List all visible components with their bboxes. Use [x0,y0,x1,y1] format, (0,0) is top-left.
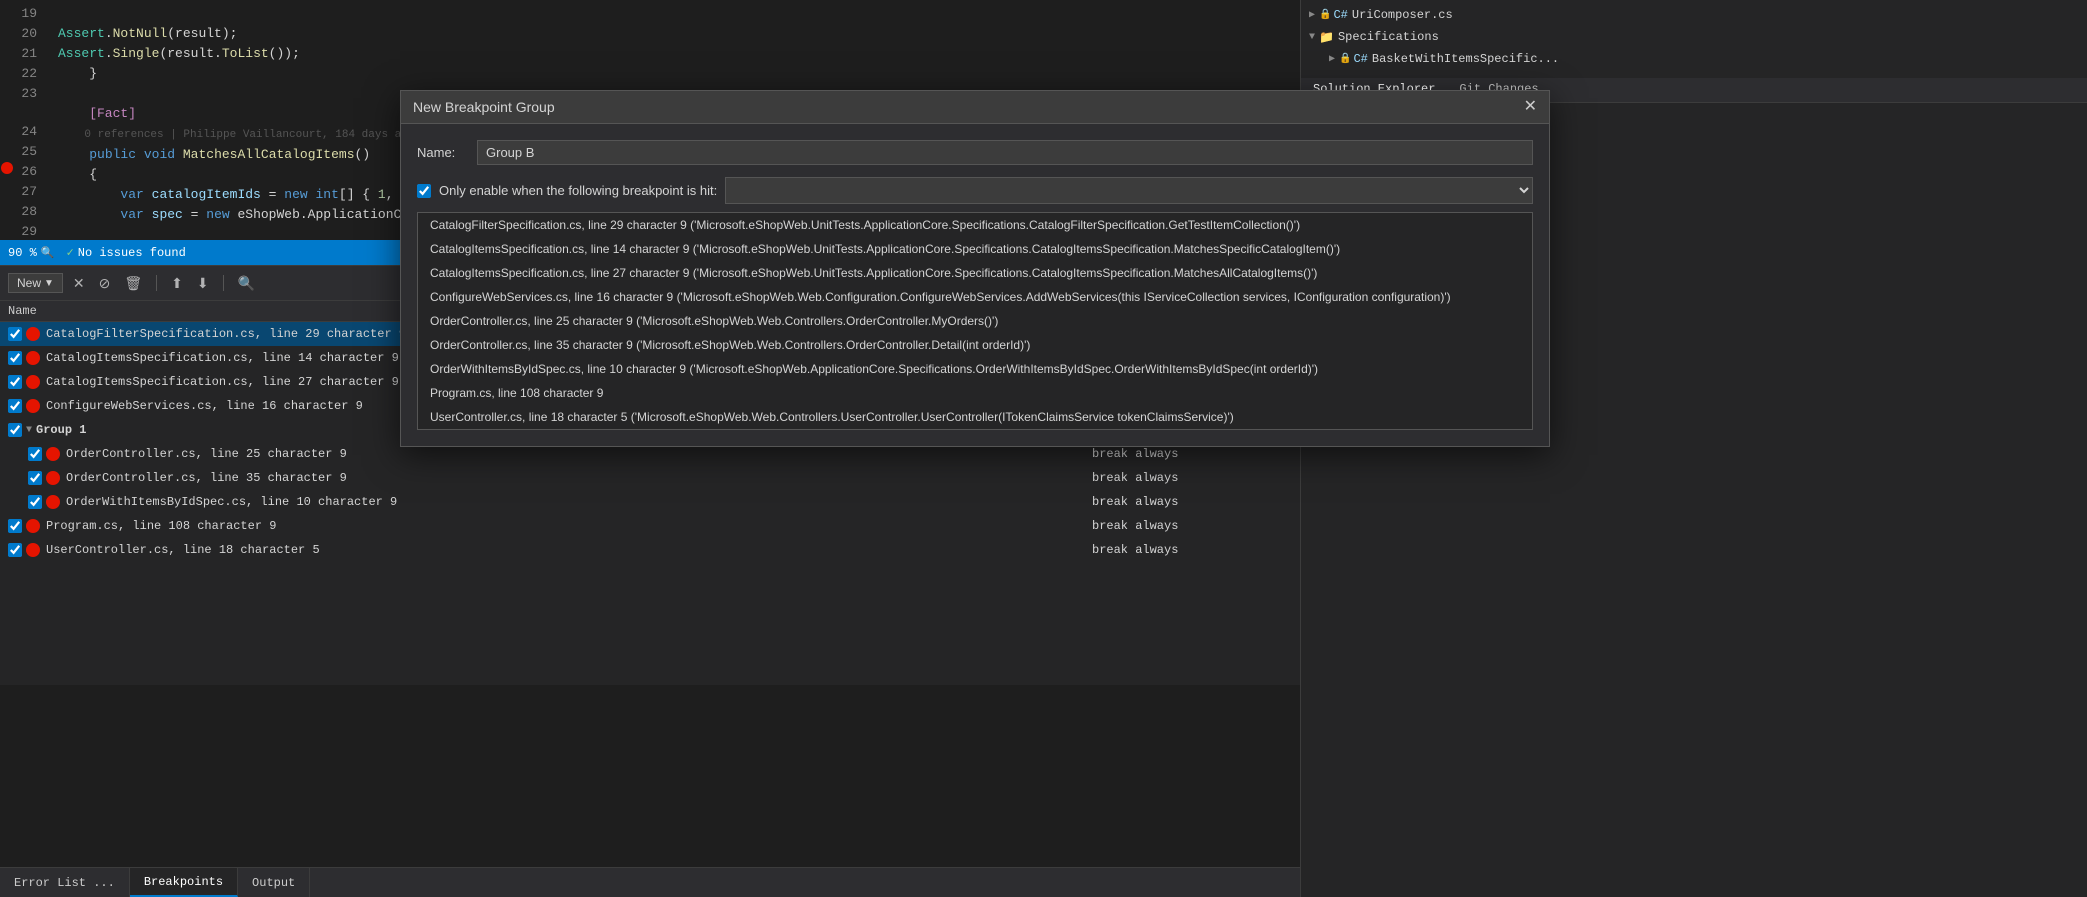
bp-break-condition: break always [1092,447,1292,461]
dialog-close-button[interactable]: ✕ [1524,99,1537,115]
bp-name: OrderController.cs, line 25 character 9 [66,447,1092,461]
list-item[interactable]: OrderController.cs, line 35 character 9 … [418,333,1532,357]
bp-name: OrderWithItemsByIdSpec.cs, line 10 chara… [66,495,1092,509]
file-name: UriComposer.cs [1352,8,1453,22]
breakpoint-icon [46,471,60,485]
import-button[interactable]: ⬇ [193,274,213,292]
list-item[interactable]: OrderWithItemsByIdSpec.cs, line 10 chara… [418,357,1532,381]
cs-file-icon: C# [1333,8,1347,22]
tree-item[interactable]: ▶ 🔒 C# BasketWithItemsSpecific... [1301,48,2087,70]
list-item[interactable]: Program.cs, line 108 character 9 [418,381,1532,405]
tab-label: Breakpoints [144,875,223,889]
lock-icon: 🔒 [1339,53,1351,65]
tab-output[interactable]: Output [238,868,310,897]
bp-checkbox[interactable] [8,543,22,557]
solution-tree: ▶ 🔒 C# UriComposer.cs ▼ 📁 Specifications… [1301,0,2087,74]
folder-icon: 📁 [1319,30,1334,45]
list-item[interactable]: CatalogItemsSpecification.cs, line 27 ch… [418,261,1532,285]
breakpoint-indicator [0,158,14,178]
breakpoint-dot [1,162,13,174]
tab-breakpoints[interactable]: Breakpoints [130,868,238,897]
chevron-down-icon: ▼ [44,278,54,289]
table-row[interactable]: UserController.cs, line 18 character 5 b… [0,538,1300,562]
folder-name: Specifications [1338,30,1439,44]
expand-icon: ▼ [26,425,32,436]
list-item[interactable]: CatalogItemsSpecification.cs, line 14 ch… [418,237,1532,261]
list-item[interactable]: UserController.cs, line 18 character 5 (… [418,405,1532,429]
bp-break-condition: break always [1092,471,1292,485]
breakpoint-icon [26,327,40,341]
delete-all-button[interactable]: 🗑 [120,274,146,292]
export-button[interactable]: ⬆ [167,274,187,292]
cs-file-icon: C# [1353,52,1367,66]
breakpoint-icon [46,447,60,461]
file-name: BasketWithItemsSpecific... [1372,52,1559,66]
bp-checkbox[interactable] [8,351,22,365]
zoom-level: 90 % [8,246,37,260]
check-icon: ✓ [67,245,74,260]
bp-name: OrderController.cs, line 35 character 9 [66,471,1092,485]
breakpoint-dropdown[interactable] [725,177,1533,204]
bp-checkbox[interactable] [8,423,22,437]
tree-item[interactable]: ▼ 📁 Specifications [1301,26,2087,48]
arrow-icon: ▼ [1309,32,1315,43]
bp-checkbox[interactable] [28,447,42,461]
bp-name: Program.cs, line 108 character 9 [46,519,1092,533]
new-button[interactable]: New ▼ [8,273,63,293]
bp-checkbox[interactable] [28,495,42,509]
breakpoint-icon [26,375,40,389]
bp-break-condition: break always [1092,543,1292,557]
breakpoint-icon [26,543,40,557]
bp-checkbox[interactable] [8,327,22,341]
bottom-tabs: Error List ... Breakpoints Output [0,867,1300,897]
list-item[interactable]: CatalogFilterSpecification.cs, line 29 c… [418,213,1532,237]
breakpoint-icon [26,351,40,365]
table-row[interactable]: Program.cs, line 108 character 9 break a… [0,514,1300,538]
dialog-body: Name: Only enable when the following bre… [401,124,1549,446]
enable-when-checkbox[interactable] [417,184,431,198]
list-item[interactable]: ConfigureWebServices.cs, line 16 charact… [418,285,1532,309]
checkbox-label: Only enable when the following breakpoin… [439,183,717,198]
dialog-header: New Breakpoint Group ✕ [401,91,1549,124]
table-row[interactable]: OrderWithItemsByIdSpec.cs, line 10 chara… [0,490,1300,514]
zoom-indicator: 90 % 🔍 [8,246,55,260]
bp-break-condition: break always [1092,495,1292,509]
delete-button[interactable]: ✕ [69,274,89,292]
breakpoint-icon [26,399,40,413]
bp-checkbox[interactable] [8,519,22,533]
new-breakpoint-group-dialog: New Breakpoint Group ✕ Name: Only enable… [400,90,1550,447]
breakpoint-icon [26,519,40,533]
issues-indicator: ✓ No issues found [67,245,186,260]
zoom-icon: 🔍 [41,246,55,260]
separator-2 [223,275,224,291]
table-row[interactable]: OrderController.cs, line 35 character 9 … [0,466,1300,490]
separator-1 [156,275,157,291]
disable-all-button[interactable]: ⊘ [95,274,115,292]
breakpoint-icon [46,495,60,509]
tab-error-list[interactable]: Error List ... [0,868,130,897]
name-field-row: Name: [417,140,1533,165]
tab-label: Error List ... [14,876,115,890]
arrow-icon: ▶ [1329,53,1335,65]
bp-checkbox[interactable] [8,375,22,389]
dropdown-list: CatalogFilterSpecification.cs, line 29 c… [417,212,1533,430]
lock-icon: 🔒 [1319,9,1331,21]
dialog-title: New Breakpoint Group [413,99,555,115]
line-numbers: 19 20 21 22 23 24 25 26 27 28 29 30 [0,0,45,240]
tab-label: Output [252,876,295,890]
bp-checkbox[interactable] [8,399,22,413]
search-button[interactable]: 🔍 [234,274,259,292]
name-label: Name: [417,145,477,160]
bp-break-condition: break always [1092,519,1292,533]
tree-item[interactable]: ▶ 🔒 C# UriComposer.cs [1301,4,2087,26]
new-button-label: New [17,276,41,290]
name-input[interactable] [477,140,1533,165]
checkbox-row: Only enable when the following breakpoin… [417,177,1533,204]
list-item[interactable]: OrderController.cs, line 25 character 9 … [418,309,1532,333]
arrow-icon: ▶ [1309,9,1315,21]
bp-name: UserController.cs, line 18 character 5 [46,543,1092,557]
bp-checkbox[interactable] [28,471,42,485]
issues-text: No issues found [78,246,186,260]
